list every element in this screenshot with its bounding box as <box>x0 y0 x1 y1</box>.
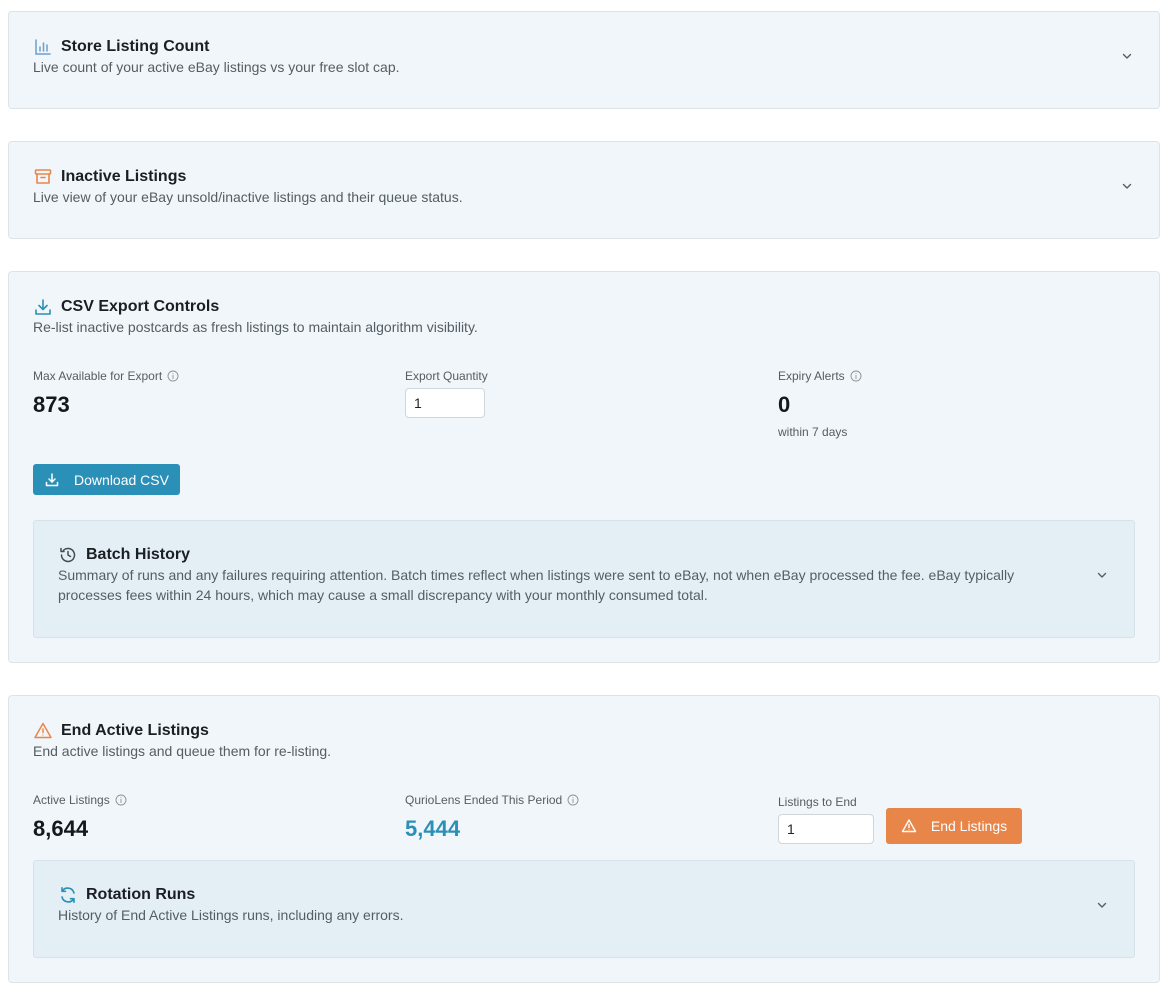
download-csv-label: Download CSV <box>74 471 169 488</box>
warning-icon <box>901 818 917 834</box>
end-active-listings-title: End Active Listings <box>61 722 209 739</box>
ended-this-period-value: 5,444 <box>405 816 461 841</box>
store-listing-count-description: Live count of your active eBay listings … <box>33 59 400 75</box>
archive-icon <box>33 167 53 187</box>
info-icon[interactable] <box>115 794 127 806</box>
inactive-listings-card[interactable]: Inactive Listings Live view of your eBay… <box>8 141 1160 239</box>
csv-export-controls-description: Re-list inactive postcards as fresh list… <box>33 319 478 335</box>
listings-to-end-label: Listings to End <box>778 795 857 809</box>
store-listing-count-card[interactable]: Store Listing Count Live count of your a… <box>8 11 1160 109</box>
rotation-runs-title: Rotation Runs <box>86 886 196 903</box>
batch-history-title: Batch History <box>86 546 191 563</box>
refresh-icon <box>58 885 78 905</box>
ended-this-period-label: QurioLens Ended This Period <box>405 792 579 808</box>
active-listings-label: Active Listings <box>33 792 127 808</box>
download-icon <box>44 472 60 488</box>
inactive-listings-description: Live view of your eBay unsold/inactive l… <box>33 189 463 205</box>
inactive-listings-title: Inactive Listings <box>61 168 187 185</box>
listings-to-end-input[interactable] <box>778 814 874 844</box>
active-listings-value: 8,644 <box>33 816 89 841</box>
store-listing-count-title: Store Listing Count <box>61 38 210 55</box>
batch-history-description: Summary of runs and any failures requiri… <box>58 567 1015 603</box>
csv-export-controls-card: CSV Export Controls Re-list inactive pos… <box>8 271 1160 663</box>
rotation-runs-card[interactable]: Rotation Runs History of End Active List… <box>33 860 1135 958</box>
info-icon[interactable] <box>567 794 579 806</box>
end-listings-button[interactable]: End Listings <box>886 808 1022 844</box>
chevron-down-icon[interactable] <box>1094 567 1110 583</box>
max-available-label-text: Max Available for Export <box>33 369 163 383</box>
max-available-value: 873 <box>33 392 70 417</box>
end-active-listings-description: End active listings and queue them for r… <box>33 743 332 759</box>
end-listings-label: End Listings <box>930 818 1008 834</box>
chevron-down-icon[interactable] <box>1094 897 1110 913</box>
export-quantity-label: Export Quantity <box>405 369 488 383</box>
expiry-alerts-label-text: Expiry Alerts <box>778 369 845 383</box>
download-icon <box>33 297 53 317</box>
max-available-label: Max Available for Export <box>33 368 179 384</box>
info-icon[interactable] <box>850 370 862 382</box>
active-listings-label-text: Active Listings <box>33 793 110 807</box>
ended-this-period-label-text: QurioLens Ended This Period <box>405 793 563 807</box>
bar-chart-icon <box>33 37 53 57</box>
history-icon <box>58 545 78 565</box>
csv-export-controls-title: CSV Export Controls <box>61 298 220 315</box>
chevron-down-icon[interactable] <box>1119 48 1135 64</box>
warning-icon <box>33 721 53 741</box>
download-csv-button[interactable]: Download CSV <box>33 464 180 495</box>
expiry-alerts-value: 0 <box>778 392 791 417</box>
chevron-down-icon[interactable] <box>1119 178 1135 194</box>
info-icon[interactable] <box>167 370 179 382</box>
batch-history-card[interactable]: Batch History Summary of runs and any fa… <box>33 520 1135 638</box>
rotation-runs-description: History of End Active Listings runs, inc… <box>58 907 404 923</box>
expiry-alerts-label: Expiry Alerts <box>778 368 862 384</box>
end-active-listings-card: End Active Listings End active listings … <box>8 695 1160 983</box>
export-quantity-input[interactable] <box>405 388 485 418</box>
expiry-alerts-sub: within 7 days <box>778 425 848 439</box>
